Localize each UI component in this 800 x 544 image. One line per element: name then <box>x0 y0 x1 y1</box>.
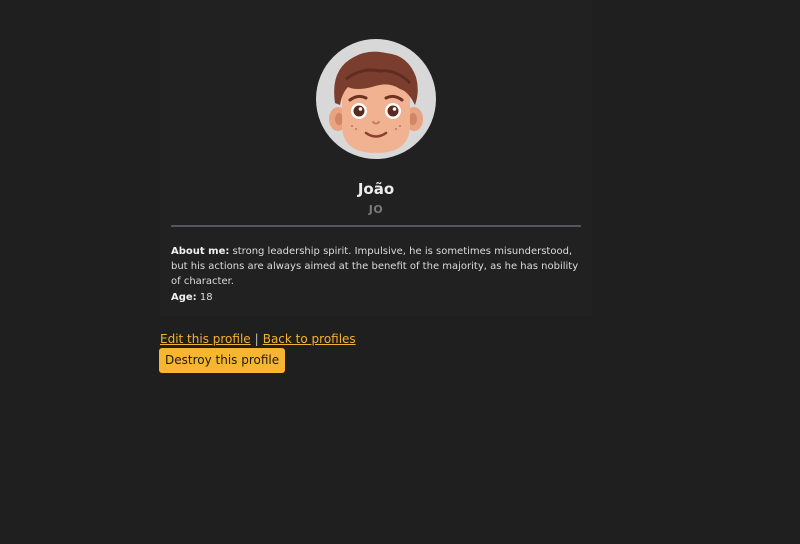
about-section: About me: strong leadership spirit. Impu… <box>171 244 583 289</box>
avatar <box>316 39 436 159</box>
age-value: 18 <box>199 292 213 303</box>
age-label: Age: <box>171 292 197 303</box>
divider <box>171 225 581 227</box>
link-separator: | <box>254 332 259 346</box>
profile-initials: JO <box>368 203 384 216</box>
profile-links: Edit this profile | Back to profiles <box>160 331 356 348</box>
profile-page: João JO About me: strong leadership spir… <box>0 0 800 544</box>
cartoon-boy-avatar-icon <box>329 51 423 153</box>
profile-card: João JO About me: strong leadership spir… <box>160 0 592 316</box>
profile-name: João <box>357 180 395 198</box>
back-to-profiles-link[interactable]: Back to profiles <box>263 332 356 346</box>
destroy-profile-button[interactable]: Destroy this profile <box>159 348 286 373</box>
age-section: Age: 18 <box>171 290 213 305</box>
edit-profile-link[interactable]: Edit this profile <box>160 332 251 346</box>
about-text: strong leadership spirit. Impulsive, he … <box>171 246 579 287</box>
about-label: About me: <box>171 246 230 257</box>
